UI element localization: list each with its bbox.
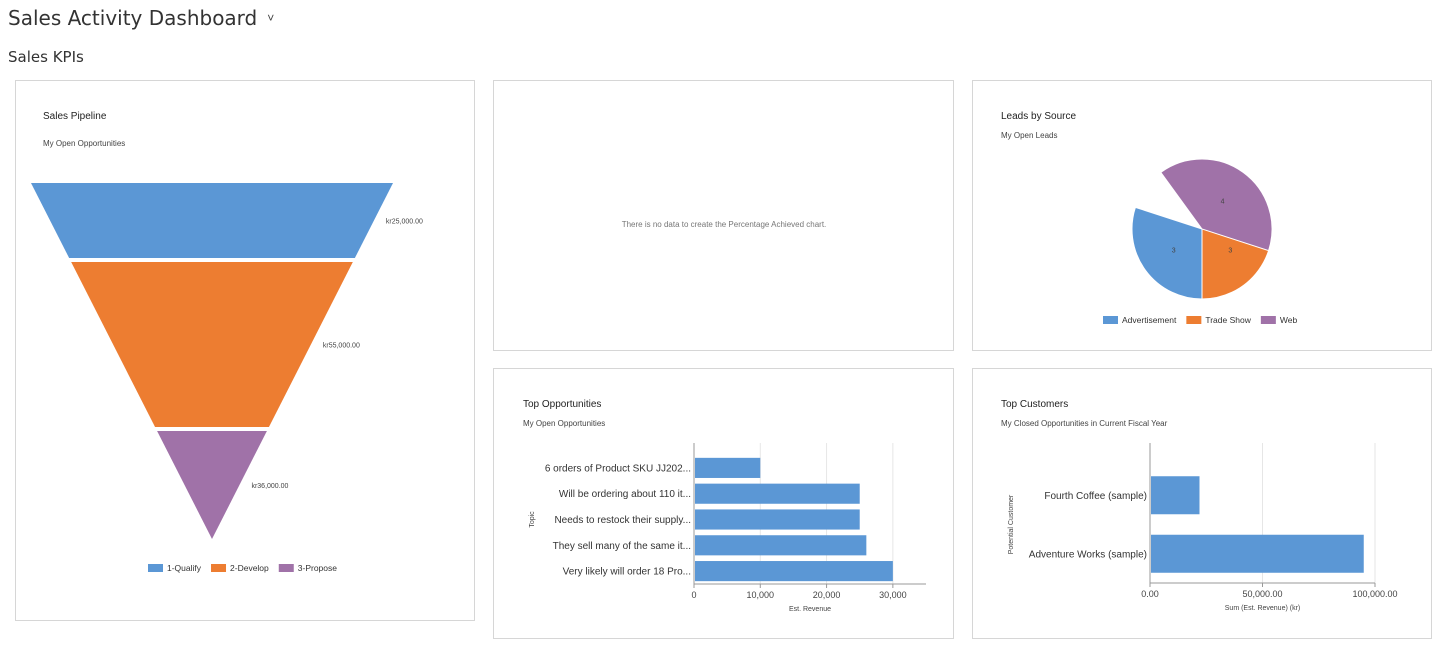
top-customers-panel[interactable]: Top Customers My Closed Opportunities in… [972, 368, 1432, 639]
bar[interactable] [1151, 476, 1200, 515]
category-label: Adventure Works (sample) [1029, 549, 1147, 560]
panel-title: Sales Pipeline [43, 111, 107, 122]
funnel-value-label: kr55,000.00 [323, 343, 360, 350]
bar[interactable] [695, 535, 867, 556]
legend-swatch [211, 564, 227, 572]
pie-value-label: 3 [1172, 248, 1176, 255]
tick-label: 30,000 [879, 590, 907, 600]
sales-pipeline-chart: Sales Pipeline My Open Opportunities kr2… [31, 111, 423, 573]
funnel-segment[interactable] [157, 431, 267, 539]
tick-label: 100,000.00 [1352, 589, 1397, 599]
sales-pipeline-panel[interactable]: Sales Pipeline My Open Opportunities kr2… [15, 80, 475, 621]
percentage-achieved-chart: There is no data to create the Percentag… [622, 220, 827, 229]
bar[interactable] [695, 457, 761, 478]
category-label: They sell many of the same it... [553, 541, 691, 552]
no-data-message: There is no data to create the Percentag… [622, 220, 827, 229]
top-opportunities-chart: Top Opportunities My Open Opportunities … [523, 399, 926, 613]
percentage-achieved-panel[interactable]: There is no data to create the Percentag… [493, 80, 954, 351]
category-label: Will be ordering about 110 it... [559, 489, 691, 500]
panel-subtitle: My Closed Opportunities in Current Fisca… [1001, 419, 1168, 428]
tick-label: 0.00 [1141, 589, 1159, 599]
category-label: 6 orders of Product SKU JJ202... [545, 463, 691, 474]
leads-by-source-panel[interactable]: Leads by Source My Open Leads 3 3 4 Advert… [972, 80, 1432, 351]
panel-title: Top Opportunities [523, 399, 601, 410]
legend-swatch [1260, 316, 1276, 324]
funnel-value-label: kr25,000.00 [386, 219, 423, 226]
legend-swatch [1103, 316, 1118, 324]
panel-subtitle: My Open Leads [1001, 131, 1057, 140]
top-opportunities-panel[interactable]: Top Opportunities My Open Opportunities … [493, 368, 954, 639]
pie-slice[interactable] [1131, 206, 1203, 300]
category-label: Needs to restock their supply... [554, 515, 691, 526]
panel-subtitle: My Open Opportunities [523, 419, 605, 428]
category-label: Very likely will order 18 Pro... [563, 567, 691, 578]
legend-label: 1-Qualify [167, 563, 202, 573]
legend-label: Trade Show [1205, 315, 1251, 325]
category-label: Fourth Coffee (sample) [1044, 491, 1147, 502]
funnel-segment[interactable] [31, 183, 393, 258]
legend-label: 2-Develop [230, 563, 269, 573]
funnel-value-label: kr36,000.00 [251, 483, 288, 490]
legend-swatch [148, 564, 163, 572]
y-axis-title: Potential Customer [1008, 494, 1015, 554]
legend-label: 3-Propose [298, 563, 337, 573]
y-axis-title: Topic [529, 511, 536, 528]
panel-subtitle: My Open Opportunities [43, 139, 125, 148]
chevron-down-icon[interactable]: ˅ [267, 11, 274, 25]
legend-label: Advertisement [1122, 315, 1177, 325]
section-title: Sales KPIs [8, 48, 84, 66]
bar[interactable] [695, 509, 860, 530]
tick-label: 0 [691, 590, 696, 600]
legend-swatch [278, 564, 294, 572]
leads-by-source-chart: Leads by Source My Open Leads 3 3 4 Advert… [1001, 111, 1298, 325]
bar[interactable] [1151, 534, 1364, 573]
legend-label: Web [1280, 315, 1298, 325]
panel-title: Leads by Source [1001, 111, 1076, 122]
dashboard-header: Sales Activity Dashboard ˅ [8, 6, 274, 30]
x-axis-title: Est. Revenue [789, 606, 831, 613]
pie-value-label: 4 [1221, 199, 1225, 206]
legend-swatch [1186, 316, 1202, 324]
tick-label: 20,000 [813, 590, 841, 600]
dashboard-title: Sales Activity Dashboard [8, 6, 258, 30]
bar[interactable] [695, 561, 893, 582]
funnel-segment[interactable] [71, 262, 353, 427]
pie-value-label: 3 [1228, 248, 1232, 255]
top-customers-chart: Top Customers My Closed Opportunities in… [1001, 399, 1398, 612]
panel-title: Top Customers [1001, 399, 1068, 410]
bar[interactable] [695, 483, 860, 504]
x-axis-title: Sum (Est. Revenue) (kr) [1225, 605, 1300, 612]
tick-label: 50,000.00 [1242, 589, 1282, 599]
tick-label: 10,000 [747, 590, 775, 600]
